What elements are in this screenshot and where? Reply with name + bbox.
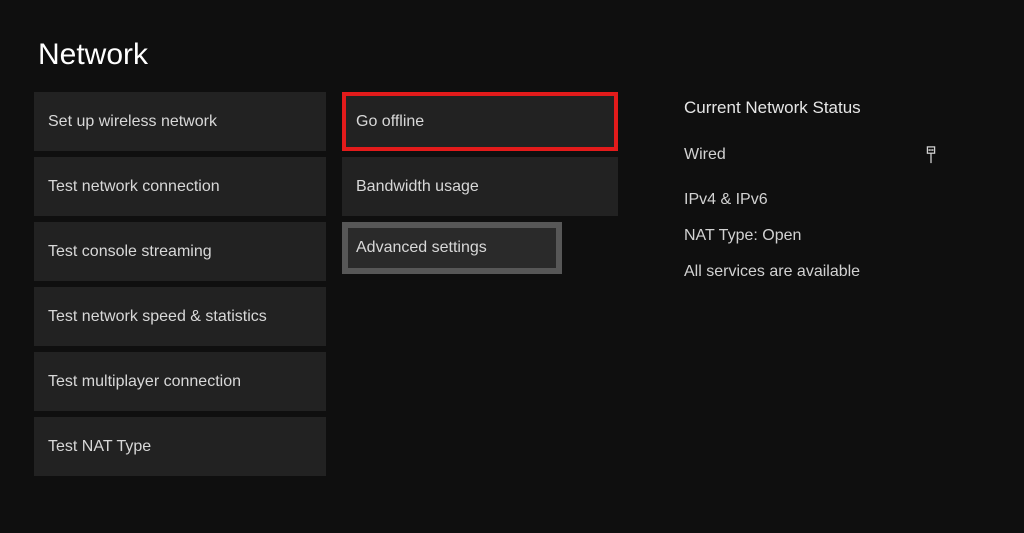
status-services: All services are available — [684, 264, 944, 280]
status-connection-row: Wired — [684, 146, 944, 164]
test-network-speed-button[interactable]: Test network speed & statistics — [34, 287, 326, 346]
left-column: Set up wireless network Test network con… — [34, 92, 326, 476]
page-title: Network — [0, 0, 1024, 92]
status-ip: IPv4 & IPv6 — [684, 192, 944, 208]
test-nat-type-button[interactable]: Test NAT Type — [34, 417, 326, 476]
status-connection-label: Wired — [684, 147, 726, 163]
test-network-connection-button[interactable]: Test network connection — [34, 157, 326, 216]
go-offline-button[interactable]: Go offline — [342, 92, 618, 151]
test-console-streaming-button[interactable]: Test console streaming — [34, 222, 326, 281]
middle-column: Go offline Bandwidth usage Advanced sett… — [342, 92, 618, 476]
advanced-settings-button[interactable]: Advanced settings — [342, 222, 562, 274]
bandwidth-usage-button[interactable]: Bandwidth usage — [342, 157, 618, 216]
columns-container: Set up wireless network Test network con… — [0, 92, 1024, 476]
wired-connection-icon — [924, 146, 938, 164]
test-multiplayer-connection-button[interactable]: Test multiplayer connection — [34, 352, 326, 411]
setup-wireless-button[interactable]: Set up wireless network — [34, 92, 326, 151]
status-column: Current Network Status Wired IPv4 & IPv6… — [634, 92, 944, 476]
status-nat: NAT Type: Open — [684, 228, 944, 244]
status-title: Current Network Status — [684, 98, 944, 118]
